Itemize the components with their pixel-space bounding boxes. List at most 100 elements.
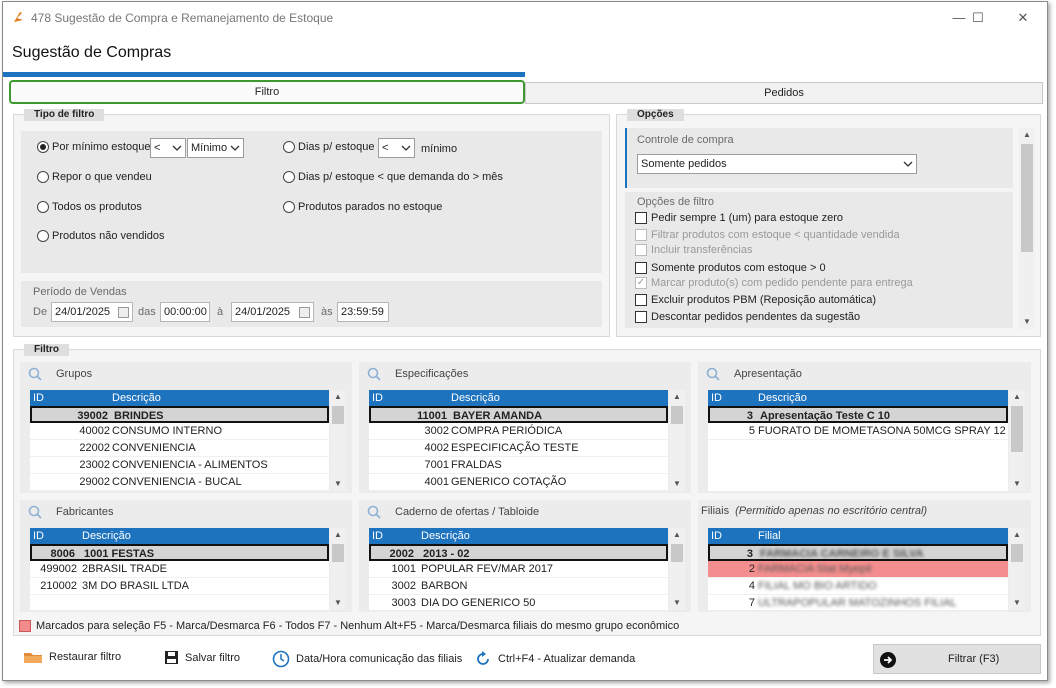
data-inicio-field[interactable]: 24/01/2025	[51, 302, 133, 322]
especificacoes-scrollbar[interactable]: ▲ ▼	[669, 390, 685, 491]
window-title: 478 Sugestão de Compra e Remanejamento d…	[31, 11, 334, 25]
col-desc-header[interactable]: Descrição	[421, 530, 470, 542]
operator-combo-2[interactable]: <	[378, 138, 415, 158]
col-id-header[interactable]: ID	[372, 530, 383, 542]
fabricantes-scrollbar[interactable]: ▲ ▼	[330, 528, 346, 610]
table-row[interactable]: 3 FARMACIA CARNEIRO E SILVA	[708, 544, 1008, 561]
scroll-thumb[interactable]	[1021, 144, 1033, 252]
minimo-combo[interactable]: Mínimo	[187, 138, 244, 158]
scroll-up-icon[interactable]: ▲	[671, 529, 683, 541]
table-row[interactable]: 3002 COMPRA PERIÓDICA	[369, 423, 668, 440]
scroll-down-icon[interactable]: ▼	[332, 597, 344, 609]
search-icon[interactable]	[367, 505, 381, 519]
radio-todos[interactable]: Todos os produtos	[37, 201, 142, 213]
scroll-thumb[interactable]	[671, 544, 683, 562]
col-id-header[interactable]: ID	[33, 392, 44, 404]
restaurar-filtro-button[interactable]: Restaurar filtro	[23, 650, 121, 664]
col-desc-header[interactable]: Filial	[758, 530, 781, 542]
datahora-button[interactable]: Data/Hora comunicação das filiais	[272, 650, 462, 668]
apresentacao-scrollbar[interactable]: ▲ ▼	[1009, 390, 1025, 491]
radio-repor[interactable]: Repor o que vendeu	[37, 171, 152, 183]
col-id-header[interactable]: ID	[711, 392, 722, 404]
data-fim-field[interactable]: 24/01/2025	[231, 302, 314, 322]
table-row[interactable]: 4002 ESPECIFICAÇÃO TESTE	[369, 440, 668, 457]
scroll-down-icon[interactable]: ▼	[1011, 597, 1023, 609]
scroll-thumb[interactable]	[1011, 544, 1023, 562]
table-row[interactable]: 3002 BARBON	[369, 578, 668, 595]
calendar-icon[interactable]	[118, 307, 129, 318]
table-row[interactable]: 7001 FRALDAS	[369, 457, 668, 474]
scroll-down-icon[interactable]: ▼	[1011, 478, 1023, 490]
close-button[interactable]: ✕	[1010, 7, 1036, 29]
table-row[interactable]: 3 Apresentação Teste C 10	[708, 406, 1008, 423]
opcao-checkbox[interactable]: Somente produtos com estoque > 0	[635, 262, 826, 274]
search-icon[interactable]	[28, 505, 42, 519]
radio-por-minimo[interactable]: Por mínimo estoque	[37, 141, 150, 153]
table-row[interactable]: 2 FARMACIA Stat Myepit	[708, 561, 1008, 578]
table-row[interactable]: 29002 CONVENIENCIA - BUCAL	[30, 474, 329, 491]
table-row[interactable]: 22002 CONVENIENCIA	[30, 440, 329, 457]
tab-pedidos[interactable]: Pedidos	[525, 82, 1043, 104]
tab-filtro[interactable]: Filtro	[9, 80, 525, 104]
scroll-down-icon[interactable]: ▼	[1021, 316, 1033, 328]
scroll-thumb[interactable]	[1011, 406, 1023, 452]
table-row[interactable]: 11001 BAYER AMANDA	[369, 406, 668, 423]
table-row[interactable]: 1001 POPULAR FEV/MAR 2017	[369, 561, 668, 578]
table-row[interactable]: 40002 CONSUMO INTERNO	[30, 423, 329, 440]
scroll-thumb[interactable]	[332, 544, 344, 562]
grupos-scrollbar[interactable]: ▲ ▼	[330, 390, 346, 491]
table-row[interactable]: 3003 DIA DO GENERICO 50	[369, 595, 668, 612]
col-id-header[interactable]: ID	[33, 530, 44, 542]
table-row[interactable]: 7 ULTRAPOPULAR MATOZINHOS FILIAL	[708, 595, 1008, 612]
table-row[interactable]: 4 FILIAL MO BIO ARTIDO	[708, 578, 1008, 595]
col-desc-header[interactable]: Descrição	[82, 530, 131, 542]
filtrar-button[interactable]: Filtrar (F3)	[873, 644, 1041, 674]
opcao-checkbox[interactable]: Pedir sempre 1 (um) para estoque zero	[635, 212, 843, 224]
radio-dias-estoque[interactable]: Dias p/ estoque	[283, 141, 374, 153]
scroll-down-icon[interactable]: ▼	[332, 478, 344, 490]
caderno-scrollbar[interactable]: ▲ ▼	[669, 528, 685, 610]
scroll-thumb[interactable]	[332, 406, 344, 424]
table-row[interactable]: 23002 CONVENIENCIA - ALIMENTOS	[30, 457, 329, 474]
opcao-checkbox[interactable]: Descontar pedidos pendentes da sugestão	[635, 311, 860, 323]
table-row[interactable]: 210002 3M DO BRASIL LTDA	[30, 578, 329, 595]
scroll-down-icon[interactable]: ▼	[671, 597, 683, 609]
col-desc-header[interactable]: Descrição	[112, 392, 161, 404]
scroll-thumb[interactable]	[671, 406, 683, 424]
radio-nao-vendidos[interactable]: Produtos não vendidos	[37, 230, 165, 242]
table-row[interactable]: 39002 BRINDES	[30, 406, 329, 423]
hora-inicio-field[interactable]: 00:00:00	[160, 302, 210, 322]
scroll-down-icon[interactable]: ▼	[671, 478, 683, 490]
atualizar-demanda-button[interactable]: Ctrl+F4 - Atualizar demanda	[474, 650, 635, 668]
col-id-header[interactable]: ID	[372, 392, 383, 404]
maximize-button[interactable]: ☐	[965, 7, 991, 29]
table-row[interactable]: 499002 2BRASIL TRADE	[30, 561, 329, 578]
table-row[interactable]: 8006 1001 FESTAS	[30, 544, 329, 561]
radio-dias-demanda-label: Dias p/ estoque < que demanda do > mês	[298, 171, 503, 183]
radio-parados[interactable]: Produtos parados no estoque	[283, 201, 442, 213]
scroll-up-icon[interactable]: ▲	[671, 391, 683, 403]
operator-combo-1[interactable]: <	[150, 138, 186, 158]
salvar-filtro-button[interactable]: Salvar filtro	[164, 650, 240, 665]
search-icon[interactable]	[706, 367, 720, 381]
scroll-up-icon[interactable]: ▲	[332, 529, 344, 541]
scroll-up-icon[interactable]: ▲	[1021, 129, 1033, 141]
scroll-up-icon[interactable]: ▲	[332, 391, 344, 403]
search-icon[interactable]	[28, 367, 42, 381]
opcao-checkbox[interactable]: Excluir produtos PBM (Reposição automáti…	[635, 294, 876, 306]
table-row[interactable]: 2002 2013 - 02	[369, 544, 668, 561]
col-desc-header[interactable]: Descrição	[758, 392, 807, 404]
controle-compra-combo[interactable]: Somente pedidos	[637, 154, 917, 174]
opcoes-scrollbar[interactable]: ▲ ▼	[1019, 128, 1035, 329]
table-row[interactable]: 4001 GENERICO COTAÇÃO	[369, 474, 668, 491]
calendar-icon[interactable]	[299, 307, 310, 318]
radio-dias-demanda[interactable]: Dias p/ estoque < que demanda do > mês	[283, 171, 503, 183]
filiais-scrollbar[interactable]: ▲ ▼	[1009, 528, 1025, 610]
col-id-header[interactable]: ID	[711, 530, 722, 542]
hora-fim-field[interactable]: 23:59:59	[337, 302, 389, 322]
col-desc-header[interactable]: Descrição	[451, 392, 500, 404]
scroll-up-icon[interactable]: ▲	[1011, 391, 1023, 403]
search-icon[interactable]	[367, 367, 381, 381]
table-row[interactable]: 5 FUORATO DE MOMETASONA 50MCG SPRAY 12	[708, 423, 1008, 440]
scroll-up-icon[interactable]: ▲	[1011, 529, 1023, 541]
